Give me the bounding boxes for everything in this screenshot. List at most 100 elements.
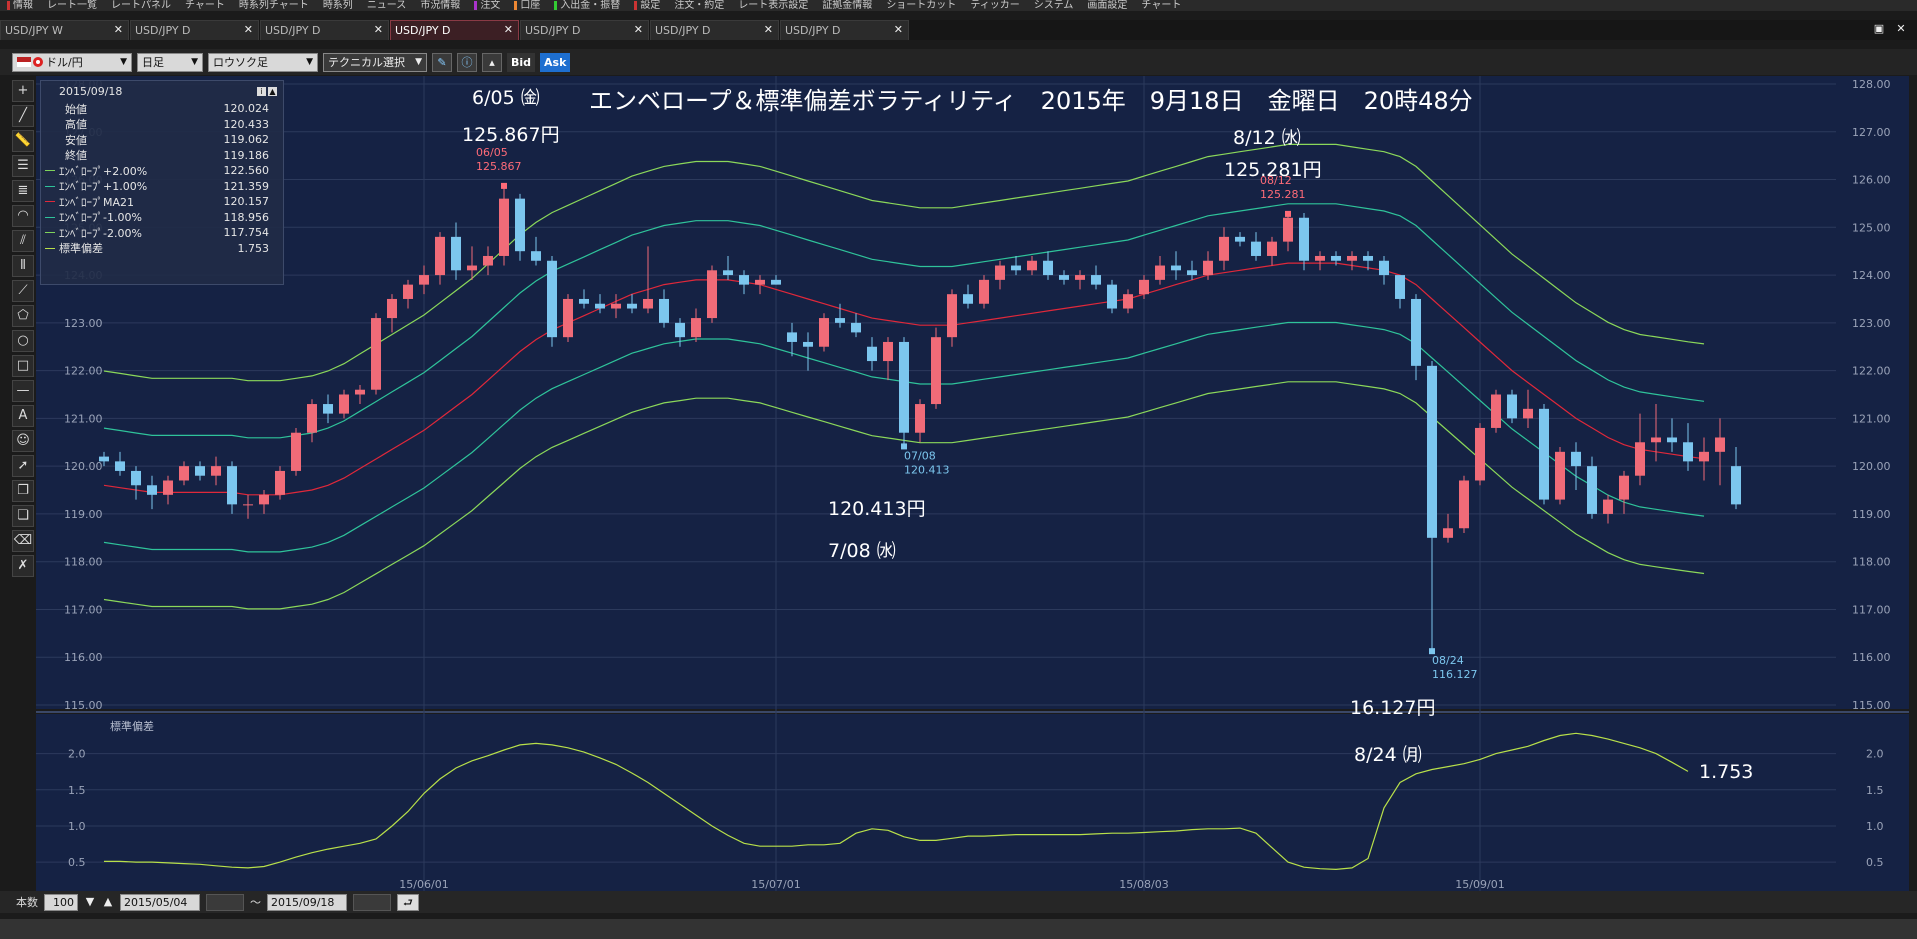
menu-item[interactable]: 注文・約定 [667, 0, 731, 11]
pentagon-tool[interactable]: ⬠ [12, 305, 34, 327]
horizontal-lines-tool[interactable]: ☰ [12, 155, 34, 177]
count-up-button[interactable]: ▲ [102, 894, 114, 911]
channel-tool[interactable]: ⫽ [12, 230, 34, 252]
tab-close-icon[interactable]: ✕ [634, 23, 643, 36]
currency-pair-select[interactable]: ドル/円 ▼ [12, 52, 132, 72]
menu-item[interactable]: チャート [1134, 0, 1188, 11]
menu-item[interactable]: ニュース [360, 0, 414, 11]
menu-item[interactable]: 情報 [0, 0, 40, 11]
crosshair-tool[interactable]: + [12, 80, 34, 102]
menu-item[interactable]: ティッカー [963, 0, 1026, 11]
menu-item[interactable]: 画面設定 [1080, 0, 1134, 11]
candle-body [803, 341, 813, 347]
tab-close-icon[interactable]: ✕ [374, 23, 383, 36]
close-icon[interactable]: ✕ [1893, 22, 1909, 36]
copy-tool[interactable]: ❐ [12, 480, 34, 502]
tab-close-icon[interactable]: ✕ [244, 23, 253, 36]
icon-tool[interactable]: ☺ [12, 430, 34, 452]
paste-icon: ❏ [17, 508, 29, 523]
to-date-input[interactable]: 2015/09/18 [267, 893, 347, 911]
candle-body [723, 270, 733, 276]
gann-tool[interactable]: ⟋ [12, 280, 34, 302]
pen-button[interactable]: ✎ [432, 52, 452, 72]
menu-item[interactable]: 入出金・振替 [547, 0, 627, 11]
menu-item[interactable]: レート表示設定 [731, 0, 815, 11]
eraser-all-tool[interactable]: ✗ [12, 555, 34, 577]
from-date-input[interactable]: 2015/05/04 [120, 893, 200, 911]
tab-close-icon[interactable]: ✕ [764, 23, 773, 36]
menu-item[interactable]: ショートカット [879, 0, 963, 11]
y-tick-label-left: 121.00 [64, 412, 103, 425]
menu-item[interactable]: レートパネル [104, 0, 178, 11]
menu-item[interactable]: 時系列 [316, 0, 360, 11]
fibonacci-tool[interactable]: ≣ [12, 180, 34, 202]
cursor-tool[interactable]: ➚ [12, 455, 34, 477]
info-icon: ⓘ [461, 55, 473, 69]
menu-item[interactable]: レート一覧 [40, 0, 104, 11]
info-button[interactable]: ⓘ [457, 52, 477, 72]
info-icon[interactable]: i [257, 86, 266, 96]
cursor-icon: ➚ [17, 458, 29, 473]
menu-item[interactable]: チャート [178, 0, 232, 11]
chart-area[interactable]: 128.00128.00127.00127.00126.00126.00125.… [36, 76, 1909, 891]
candle-body [563, 298, 573, 338]
candle-body [483, 255, 493, 266]
apply-range-button[interactable]: ⮐ [397, 893, 419, 911]
menu-item[interactable]: 時系列チャート [232, 0, 316, 11]
fan-tool[interactable]: ◠ [12, 205, 34, 227]
chart-tab[interactable]: USD/JPY D ✕ [780, 20, 909, 40]
candlestick-chart[interactable]: 128.00128.00127.00127.00126.00126.00125.… [36, 76, 1909, 891]
currency-pair-value: ドル/円 [46, 56, 83, 69]
x-tick-label: 15/07/01 [751, 878, 800, 891]
candle-body [883, 341, 893, 362]
rectangle-tool[interactable]: □ [12, 355, 34, 377]
count-down-button[interactable]: ▼ [84, 894, 96, 911]
collapse-icon[interactable]: ▲ [268, 86, 277, 96]
tab-close-icon[interactable]: ✕ [504, 23, 513, 36]
menu-item-label: 注文 [480, 0, 501, 11]
extreme-marker [501, 182, 507, 189]
to-time-input[interactable] [353, 893, 391, 911]
ruler-tool[interactable]: 📏 [12, 130, 34, 152]
pentagon-icon: ⬠ [17, 308, 29, 323]
candle-body [595, 303, 605, 309]
chart-style-button[interactable]: ▴ [482, 52, 502, 72]
menu-item[interactable]: 口座 [507, 0, 547, 11]
menu-item[interactable]: 注文 [467, 0, 507, 11]
trendline-tool[interactable]: ╱ [12, 105, 34, 127]
info-row-value: 117.754 [223, 226, 270, 240]
info-row: 標準偏差 1.753 [41, 241, 283, 257]
chart-tab[interactable]: USD/JPY D ✕ [520, 20, 649, 40]
menu-item-label: レートパネル [111, 0, 171, 11]
vertical-lines-tool[interactable]: ⦀ [12, 255, 34, 277]
menu-item[interactable]: 市況情報 [413, 0, 467, 11]
chart-type-select[interactable]: ロウソク足 ▼ [208, 52, 318, 72]
text-icon: A [18, 408, 28, 423]
ask-button[interactable]: Ask [540, 52, 571, 72]
chart-tab[interactable]: USD/JPY W ✕ [0, 20, 129, 40]
from-time-input[interactable] [206, 893, 244, 911]
maximize-icon[interactable]: ▣ [1871, 22, 1887, 36]
status-bar [0, 919, 1917, 939]
menu-item[interactable]: 証拠金情報 [815, 0, 879, 11]
chart-tab[interactable]: USD/JPY D ✕ [260, 20, 389, 40]
chart-tab[interactable]: USD/JPY D ✕ [650, 20, 779, 40]
candle-body [1187, 270, 1197, 276]
menu-item[interactable]: システム [1027, 0, 1081, 11]
chart-tab[interactable]: USD/JPY D ✕ [390, 20, 519, 40]
hline-tool[interactable]: — [12, 380, 34, 402]
count-input[interactable]: 100 [44, 893, 78, 911]
eraser-tool[interactable]: ⌫ [12, 530, 34, 552]
paste-tool[interactable]: ❏ [12, 505, 34, 527]
period-select[interactable]: 日足 ▼ [137, 52, 203, 72]
menu-item[interactable]: 設定 [627, 0, 667, 11]
y-tick-label-left: 116.00 [64, 651, 103, 664]
text-tool[interactable]: A [12, 405, 34, 427]
bid-button[interactable]: Bid [507, 52, 536, 72]
technical-select[interactable]: テクニカル選択 ▼ [323, 52, 427, 72]
tab-close-icon[interactable]: ✕ [894, 23, 903, 36]
chart-tab[interactable]: USD/JPY D ✕ [130, 20, 259, 40]
candle-body [1363, 255, 1373, 261]
tab-close-icon[interactable]: ✕ [114, 23, 123, 36]
circle-tool[interactable]: ○ [12, 330, 34, 352]
